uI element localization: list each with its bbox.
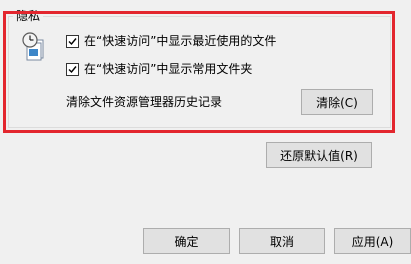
show-frequent-folders-option[interactable]: 在“快速访问”中显示常用文件夹 — [66, 61, 252, 77]
show-recent-files-checkbox[interactable] — [66, 34, 79, 48]
folder-options-dialog: 隐私 在“快速访问”中显示最近使用的文件 在“快速访问”中显示常用文件夹 清除文… — [0, 0, 411, 264]
cancel-button[interactable]: 取消 — [239, 228, 325, 254]
privacy-group-title: 隐私 — [13, 8, 44, 24]
clock-document-icon — [21, 30, 45, 62]
clear-history-label: 清除文件资源管理器历史记录 — [66, 95, 223, 109]
restore-defaults-button[interactable]: 还原默认值(R) — [266, 142, 372, 168]
checkmark-icon — [68, 37, 77, 45]
apply-button[interactable]: 应用(A) — [334, 228, 411, 254]
show-recent-files-option[interactable]: 在“快速访问”中显示最近使用的文件 — [66, 33, 276, 49]
show-frequent-folders-checkbox[interactable] — [66, 62, 79, 76]
show-recent-files-label: 在“快速访问”中显示最近使用的文件 — [84, 34, 277, 48]
checkmark-icon — [68, 65, 77, 73]
clear-history-button[interactable]: 清除(C) — [301, 89, 373, 115]
show-frequent-folders-label: 在“快速访问”中显示常用文件夹 — [84, 62, 253, 76]
ok-button[interactable]: 确定 — [143, 228, 230, 254]
